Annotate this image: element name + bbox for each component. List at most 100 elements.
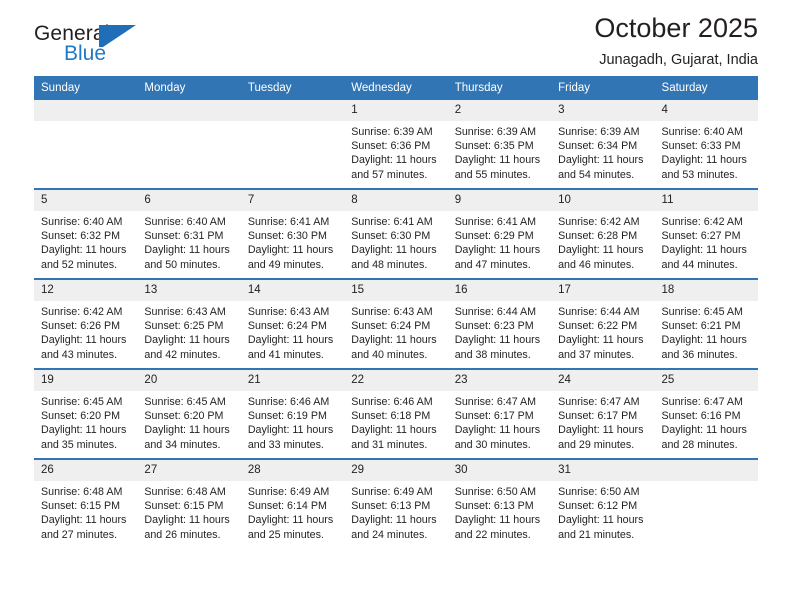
calendar-day-cell[interactable]: 7 Sunrise: 6:41 AM Sunset: 6:30 PM Daylight… xyxy=(240,188,345,279)
sunset-text: Sunset: 6:32 PM xyxy=(41,230,121,243)
day-number: 29 xyxy=(344,460,448,481)
calendar-day-cell[interactable]: 22 Sunrise: 6:46 AM Sunset: 6:18 PM Dayligh… xyxy=(344,368,448,459)
weekday-header-friday: Friday xyxy=(551,76,655,100)
calendar-day-cell[interactable]: 10 Sunrise: 6:42 AM Sunset: 6:28 PM Dayligh… xyxy=(551,188,655,279)
daylight-text-line2: and 31 minutes. xyxy=(351,438,428,451)
day-details: Sunrise: 6:46 AM Sunset: 6:18 PM Daylight:… xyxy=(344,391,447,452)
day-number: 7 xyxy=(240,190,345,211)
daylight-text-line1: Daylight: 11 hours xyxy=(558,334,644,347)
daylight-text-line2: and 49 minutes. xyxy=(247,258,324,271)
sunset-text: Sunset: 6:21 PM xyxy=(661,320,741,333)
sunrise-text: Sunrise: 6:47 AM xyxy=(558,396,640,408)
daylight-text-line2: and 35 minutes. xyxy=(41,438,118,451)
day-details: Sunrise: 6:43 AM Sunset: 6:25 PM Daylight:… xyxy=(137,301,240,362)
calendar-day-cell[interactable]: 4 Sunrise: 6:40 AM Sunset: 6:33 PM Daylight… xyxy=(654,100,758,189)
day-details: Sunrise: 6:41 AM Sunset: 6:30 PM Daylight:… xyxy=(344,211,447,272)
day-details: Sunrise: 6:41 AM Sunset: 6:30 PM Daylight:… xyxy=(241,211,344,272)
day-details: Sunrise: 6:42 AM Sunset: 6:28 PM Daylight:… xyxy=(551,211,654,272)
sunset-text: Sunset: 6:30 PM xyxy=(247,230,327,243)
sunset-text: Sunset: 6:15 PM xyxy=(144,500,224,513)
daylight-text-line2: and 41 minutes. xyxy=(247,348,324,361)
sunrise-text: Sunrise: 6:41 AM xyxy=(247,216,330,228)
calendar-day-cell[interactable]: 16 Sunrise: 6:44 AM Sunset: 6:23 PM Dayligh… xyxy=(447,278,552,369)
sunrise-text: Sunrise: 6:49 AM xyxy=(351,486,433,498)
calendar-day-cell[interactable]: 28 Sunrise: 6:49 AM Sunset: 6:14 PM Dayligh… xyxy=(240,458,345,548)
calendar-day-cell[interactable]: 1 Sunrise: 6:39 AM Sunset: 6:36 PM Daylight… xyxy=(344,100,448,189)
calendar-day-cell[interactable]: 6 Sunrise: 6:40 AM Sunset: 6:31 PM Daylight… xyxy=(137,188,241,279)
day-number: 18 xyxy=(654,280,758,301)
calendar-day-cell[interactable]: 3 Sunrise: 6:39 AM Sunset: 6:34 PM Daylight… xyxy=(551,100,655,189)
calendar-day-cell[interactable]: 27 Sunrise: 6:48 AM Sunset: 6:15 PM Dayligh… xyxy=(137,458,241,548)
daylight-text-line2: and 34 minutes. xyxy=(144,438,221,451)
calendar-day-cell[interactable]: 24 Sunrise: 6:47 AM Sunset: 6:17 PM Dayligh… xyxy=(551,368,655,459)
day-number: 23 xyxy=(447,370,552,391)
calendar-table: Sunday Monday Tuesday Wednesday Thursday Frid… xyxy=(34,76,758,548)
sunset-text: Sunset: 6:28 PM xyxy=(558,230,638,243)
daylight-text-line1: Daylight: 11 hours xyxy=(41,514,127,527)
calendar-day-cell[interactable]: 5 Sunrise: 6:40 AM Sunset: 6:32 PM Daylight… xyxy=(34,188,138,279)
day-number: 1 xyxy=(344,100,448,121)
sunset-text: Sunset: 6:17 PM xyxy=(454,410,534,423)
calendar-day-cell[interactable]: 18 Sunrise: 6:45 AM Sunset: 6:21 PM Dayligh… xyxy=(654,278,758,369)
calendar-page: General Blue October 2025 Junagadh, Guja… xyxy=(0,0,792,612)
calendar-day-cell[interactable]: 14 Sunrise: 6:43 AM Sunset: 6:24 PM Dayligh… xyxy=(240,278,345,369)
calendar-day-cell[interactable]: 2 Sunrise: 6:39 AM Sunset: 6:35 PM Daylight… xyxy=(447,100,552,189)
day-number: 20 xyxy=(137,370,241,391)
calendar-day-cell[interactable]: 15 Sunrise: 6:43 AM Sunset: 6:24 PM Dayligh… xyxy=(344,278,448,369)
calendar-week-row: 1 Sunrise: 6:39 AM Sunset: 6:36 PM Daylight… xyxy=(34,100,758,189)
daylight-text-line1: Daylight: 11 hours xyxy=(41,334,127,347)
calendar-day-cell[interactable]: 13 Sunrise: 6:43 AM Sunset: 6:25 PM Dayligh… xyxy=(137,278,241,369)
daylight-text-line2: and 24 minutes. xyxy=(351,528,428,541)
logo-triangle-shape xyxy=(103,25,136,47)
sunrise-text: Sunrise: 6:40 AM xyxy=(144,216,226,228)
calendar-day-cell[interactable]: 26 Sunrise: 6:48 AM Sunset: 6:15 PM Dayligh… xyxy=(34,458,138,548)
calendar-day-cell[interactable]: 21 Sunrise: 6:46 AM Sunset: 6:19 PM Dayligh… xyxy=(240,368,345,459)
sunset-text: Sunset: 6:24 PM xyxy=(351,320,431,333)
daylight-text-line2: and 40 minutes. xyxy=(351,348,428,361)
daylight-text-line1: Daylight: 11 hours xyxy=(247,424,334,437)
sunset-text: Sunset: 6:12 PM xyxy=(558,500,638,513)
calendar-day-cell[interactable]: 17 Sunrise: 6:44 AM Sunset: 6:22 PM Dayligh… xyxy=(551,278,655,369)
day-number: 24 xyxy=(551,370,655,391)
daylight-text-line1: Daylight: 11 hours xyxy=(558,424,644,437)
day-details: Sunrise: 6:45 AM Sunset: 6:20 PM Daylight:… xyxy=(137,391,240,452)
day-details: Sunrise: 6:45 AM Sunset: 6:20 PM Daylight:… xyxy=(34,391,137,452)
daylight-text-line2: and 37 minutes. xyxy=(558,348,635,361)
daylight-text-line1: Daylight: 11 hours xyxy=(558,244,644,257)
day-number: 9 xyxy=(447,190,552,211)
day-details: Sunrise: 6:44 AM Sunset: 6:23 PM Daylight:… xyxy=(448,301,551,362)
daylight-text-line1: Daylight: 11 hours xyxy=(247,334,334,347)
calendar-day-cell[interactable]: 11 Sunrise: 6:42 AM Sunset: 6:27 PM Dayligh… xyxy=(654,188,758,279)
day-number: 12 xyxy=(34,280,138,301)
day-number: 21 xyxy=(240,370,345,391)
calendar-day-cell[interactable]: 23 Sunrise: 6:47 AM Sunset: 6:17 PM Dayligh… xyxy=(447,368,552,459)
weekday-header-tuesday: Tuesday xyxy=(240,76,345,100)
daylight-text-line2: and 21 minutes. xyxy=(558,528,635,541)
sunset-text: Sunset: 6:31 PM xyxy=(144,230,224,243)
sunset-text: Sunset: 6:23 PM xyxy=(454,320,534,333)
sunrise-text: Sunrise: 6:43 AM xyxy=(247,306,330,318)
calendar-day-cell-empty xyxy=(137,100,241,189)
calendar-day-cell[interactable]: 12 Sunrise: 6:42 AM Sunset: 6:26 PM Dayligh… xyxy=(34,278,138,369)
sunset-text: Sunset: 6:20 PM xyxy=(144,410,224,423)
day-details: Sunrise: 6:49 AM Sunset: 6:13 PM Daylight:… xyxy=(344,481,447,542)
day-details: Sunrise: 6:50 AM Sunset: 6:13 PM Daylight:… xyxy=(448,481,551,542)
sunrise-text: Sunrise: 6:48 AM xyxy=(144,486,226,498)
day-number xyxy=(240,100,345,121)
calendar-day-cell[interactable]: 30 Sunrise: 6:50 AM Sunset: 6:13 PM Dayligh… xyxy=(447,458,552,548)
calendar-day-cell[interactable]: 31 Sunrise: 6:50 AM Sunset: 6:12 PM Dayligh… xyxy=(551,458,655,548)
calendar-day-cell[interactable]: 25 Sunrise: 6:47 AM Sunset: 6:16 PM Dayligh… xyxy=(654,368,758,459)
calendar-day-cell[interactable]: 20 Sunrise: 6:45 AM Sunset: 6:20 PM Dayligh… xyxy=(137,368,241,459)
day-details: Sunrise: 6:45 AM Sunset: 6:21 PM Daylight:… xyxy=(655,301,758,362)
day-number: 28 xyxy=(240,460,345,481)
daylight-text-line2: and 47 minutes. xyxy=(454,258,531,271)
day-number: 26 xyxy=(34,460,138,481)
calendar-week-row: 5 Sunrise: 6:40 AM Sunset: 6:32 PM Daylight… xyxy=(34,188,758,279)
calendar-day-cell[interactable]: 9 Sunrise: 6:41 AM Sunset: 6:29 PM Daylight… xyxy=(447,188,552,279)
calendar-day-cell[interactable]: 19 Sunrise: 6:45 AM Sunset: 6:20 PM Dayligh… xyxy=(34,368,138,459)
sunset-text: Sunset: 6:27 PM xyxy=(661,230,741,243)
day-number xyxy=(137,100,241,121)
calendar-day-cell[interactable]: 29 Sunrise: 6:49 AM Sunset: 6:13 PM Dayligh… xyxy=(344,458,448,548)
day-number: 30 xyxy=(447,460,552,481)
calendar-day-cell[interactable]: 8 Sunrise: 6:41 AM Sunset: 6:30 PM Daylight… xyxy=(344,188,448,279)
